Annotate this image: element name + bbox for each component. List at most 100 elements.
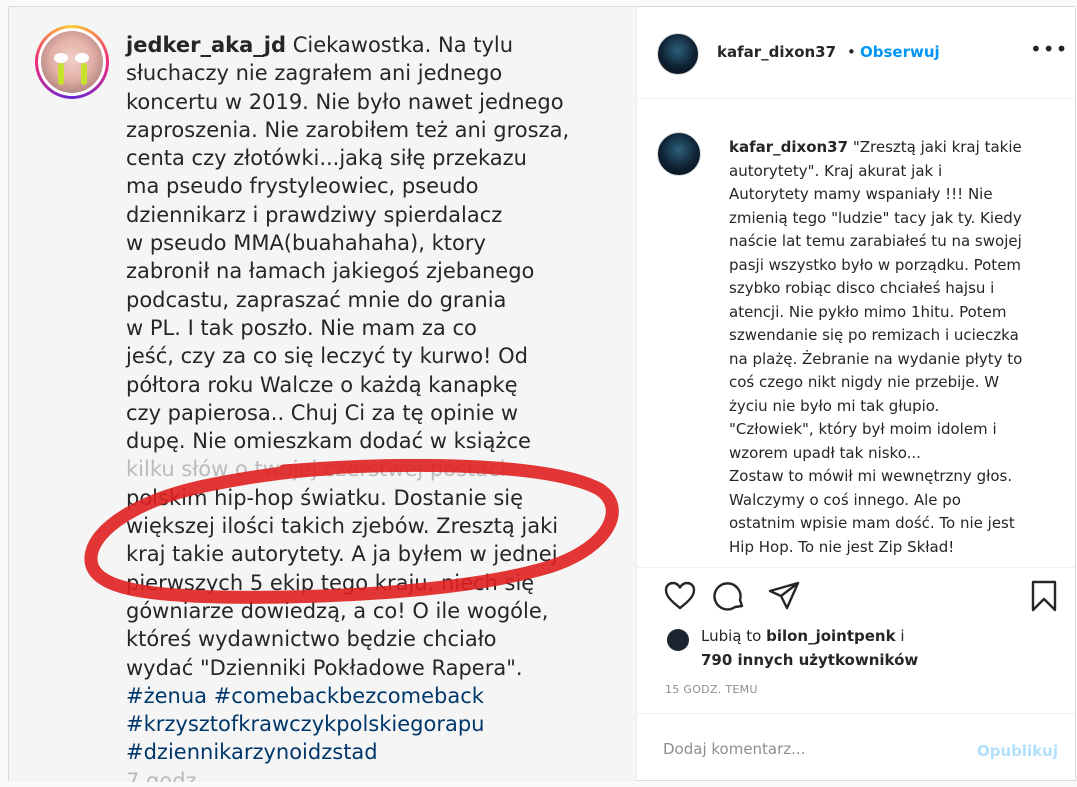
caption-line: pasji wszystko było w porządku. Potem bbox=[729, 254, 1061, 278]
image-text: polskim hip-hop światku. Dostanie się bbox=[126, 485, 524, 510]
caption-text-line: autorytety". Kraj akurat jak i bbox=[729, 161, 943, 180]
image-text-line: dupę. Nie omieszkam dodać w książce bbox=[126, 427, 626, 455]
caption-line: "Człowiek", który był moim idolem i bbox=[729, 418, 1061, 442]
image-text-line: #krzysztofkrawczykpolskiegorapu bbox=[126, 710, 626, 738]
share-icon[interactable] bbox=[767, 579, 801, 613]
image-text: półtora roku Walcze o każdą kanapkę bbox=[126, 372, 518, 397]
image-text-line: podcastu, zapraszać mnie do grania bbox=[126, 286, 626, 314]
image-text: wydać "Dzienniki Pokładowe Rapera". bbox=[126, 655, 523, 680]
caption-line: Autorytety mamy wspaniały !!! Nie bbox=[729, 183, 1061, 207]
caption-avatar[interactable] bbox=[657, 132, 701, 176]
post-image: jedker_aka_jd Ciekawostka. Na tylu słucha… bbox=[9, 7, 637, 782]
image-author-username: jedker_aka_jd bbox=[126, 33, 287, 57]
caption-text-line: ostatnim wpisie mam dość. To nie jest bbox=[729, 514, 1015, 532]
image-text-line: czy papierosa.. Chuj Ci za tę opinie w bbox=[126, 399, 626, 427]
caption-text-line: coś czego nikt nigdy nie przebije. W bbox=[729, 373, 1000, 391]
image-text: w PL. I tak poszło. Nie mam za co bbox=[126, 315, 477, 340]
caption-text: kafar_dixon37 "Zresztą jaki kraj takie au… bbox=[729, 136, 1061, 559]
image-text: gówniarze dowiedzą, a co! O ile wogóle, bbox=[126, 598, 549, 623]
image-text: ma pseudo frystyleowiec, pseudo bbox=[126, 174, 479, 199]
image-text: większej ilości takich zjebów. Zresztą j… bbox=[126, 514, 559, 539]
image-text-line: centa czy złotówki...jaką siłę przekazu bbox=[126, 144, 626, 172]
image-text-line: większej ilości takich zjebów. Zresztą j… bbox=[126, 512, 626, 540]
image-text-line: półtora roku Walcze o każdą kanapkę bbox=[126, 371, 626, 399]
image-text: pierwszych 5 ekip tego kraju, niech się bbox=[126, 570, 535, 595]
likes-suffix: i bbox=[895, 627, 905, 645]
caption-line: szybko robiąc disco chciałeś hajsu i bbox=[729, 277, 1061, 301]
image-text: czy papierosa.. Chuj Ci za tę opinie w bbox=[126, 400, 519, 425]
image-text: zaproszenia. Nie zarobiłem też ani grosz… bbox=[126, 117, 570, 142]
image-text-line: 7 godz. bbox=[126, 767, 626, 782]
post-sidebar: kafar_dixon37 • Obserwuj ••• kafar_dixon… bbox=[637, 7, 1075, 780]
image-text-line: koncertu w 2019. Nie było nawet jednego bbox=[126, 88, 626, 116]
caption-text-line: życiu nie było mi tak głupio. bbox=[729, 396, 940, 415]
caption-line: szwendanie się po remizach i ucieczka bbox=[729, 324, 1061, 348]
caption-line: Walczymy o coś innego. Ale po bbox=[729, 489, 1061, 513]
bookmark-icon[interactable] bbox=[1027, 579, 1061, 613]
post-header: kafar_dixon37 • Obserwuj ••• bbox=[637, 7, 1075, 99]
image-text-line: wydać "Dzienniki Pokładowe Rapera". bbox=[126, 654, 626, 682]
caption-line: życiu nie było mi tak głupio. bbox=[729, 395, 1061, 419]
image-text-block: jedker_aka_jd Ciekawostka. Na tylu słucha… bbox=[126, 31, 626, 782]
hashtag-text: #dziennikarzynoidzstad bbox=[126, 740, 378, 765]
image-text-line: #dziennikarzynoidzstad bbox=[126, 738, 626, 766]
author-avatar[interactable] bbox=[657, 33, 699, 75]
follow-button[interactable]: Obserwuj bbox=[860, 43, 940, 61]
caption-line: atencji. Nie pykło mimo 1hitu. Potem bbox=[729, 301, 1061, 325]
post-container: jedker_aka_jd Ciekawostka. Na tylu słucha… bbox=[8, 6, 1076, 782]
image-text: centa czy złotówki...jaką siłę przekazu bbox=[126, 146, 527, 171]
author-username[interactable]: kafar_dixon37 bbox=[717, 43, 836, 61]
image-text: jeść, czy za co się leczyć ty kurwo! Od bbox=[126, 344, 529, 369]
image-text: koncertu w 2019. Nie było nawet jednego bbox=[126, 89, 564, 114]
image-text: Ciekawostka. Na tylu bbox=[286, 33, 514, 57]
caption-text-line: na plażę. Żebranie na wydanie płyty to bbox=[729, 349, 1023, 368]
publish-button[interactable]: Opublikuj bbox=[977, 742, 1058, 760]
caption-text-line: szwendanie się po remizach i ucieczka bbox=[729, 326, 1019, 344]
image-text-line: jeść, czy za co się leczyć ty kurwo! Od bbox=[126, 342, 626, 370]
liker-avatar[interactable] bbox=[667, 629, 689, 651]
image-author-avatar bbox=[35, 25, 109, 99]
hashtag-text: #żenua #comebackbezcomeback bbox=[126, 683, 484, 708]
caption-text-line: Zostaw to mówił mi wewnętrzny głos. bbox=[729, 467, 1013, 485]
more-options-icon[interactable]: ••• bbox=[1030, 37, 1068, 61]
image-text: w pseudo MMA(buahahaha), ktory bbox=[126, 231, 486, 256]
image-text-line: pierwszych 5 ekip tego kraju, niech się bbox=[126, 569, 626, 597]
liker-username[interactable]: bilon_jointpenk bbox=[766, 627, 896, 645]
caption-text-line: Autorytety mamy wspaniały !!! Nie bbox=[729, 185, 993, 203]
image-text-line: dziennikarz i prawdziwy spierdalacz bbox=[126, 201, 626, 229]
image-text-line: polskim hip-hop światku. Dostanie się bbox=[126, 484, 626, 512]
image-text: kraj takie autorytety. A ja byłem w jedn… bbox=[126, 542, 558, 567]
post-timestamp[interactable]: 15 GODZ. TEMU bbox=[665, 683, 758, 696]
caption-line: ostatnim wpisie mam dość. To nie jest bbox=[729, 512, 1061, 536]
caption-text-line: "Człowiek", który był moim idolem i bbox=[729, 420, 997, 438]
image-text-line: jedker_aka_jd Ciekawostka. Na tylu bbox=[126, 31, 626, 59]
image-text: któreś wydawnictwo będzie chciało bbox=[126, 627, 497, 652]
caption-text-line: pasji wszystko było w porządku. Potem bbox=[729, 255, 1022, 274]
heart-icon[interactable] bbox=[663, 579, 697, 613]
caption-text-line: naście lat temu zarabiałeś tu na swojej bbox=[729, 232, 1022, 250]
image-text-line: słuchaczy nie zagrałem ani jednego bbox=[126, 59, 626, 87]
image-text: podcastu, zapraszać mnie do grania bbox=[126, 287, 507, 312]
caption-line: naście lat temu zarabiałeś tu na swojej bbox=[729, 230, 1061, 254]
comment-icon[interactable] bbox=[713, 579, 747, 613]
caption-username[interactable]: kafar_dixon37 bbox=[729, 138, 848, 156]
caption-line: coś czego nikt nigdy nie przebije. W bbox=[729, 371, 1061, 395]
image-text: kilku słów o twojej czerstwej postaci bbox=[126, 457, 506, 482]
image-text-line: gówniarze dowiedzą, a co! O ile wogóle, bbox=[126, 597, 626, 625]
caption-text-line: Walczymy o coś innego. Ale po bbox=[729, 490, 961, 509]
image-text: dupę. Nie omieszkam dodać w książce bbox=[126, 429, 531, 454]
comment-input[interactable] bbox=[663, 740, 963, 758]
caption-line: autorytety". Kraj akurat jak i bbox=[729, 160, 1061, 184]
image-text: słuchaczy nie zagrałem ani jednego bbox=[126, 61, 503, 86]
image-text-line: w PL. I tak poszło. Nie mam za co bbox=[126, 314, 626, 342]
caption-text-line: atencji. Nie pykło mimo 1hitu. Potem bbox=[729, 302, 1007, 321]
caption-line: kafar_dixon37 "Zresztą jaki kraj takie bbox=[729, 136, 1061, 160]
image-text-line: kilku słów o twojej czerstwej postaci bbox=[126, 455, 626, 483]
hashtag-text: #krzysztofkrawczykpolskiegorapu bbox=[126, 712, 485, 737]
caption-line: zmienią tego "ludzie" tacy jak ty. Kiedy bbox=[729, 207, 1061, 231]
likes-others-link[interactable]: 790 innych użytkowników bbox=[701, 651, 918, 669]
caption-text-line: Hip Hop. To nie jest Zip Skład! bbox=[729, 537, 955, 556]
image-text: zabronił na łamach jakiegoś zjebanego bbox=[126, 259, 535, 284]
image-text-line: zaproszenia. Nie zarobiłem też ani grosz… bbox=[126, 116, 626, 144]
caption-text-line: wzorem upadł tak nisko... bbox=[729, 443, 921, 462]
